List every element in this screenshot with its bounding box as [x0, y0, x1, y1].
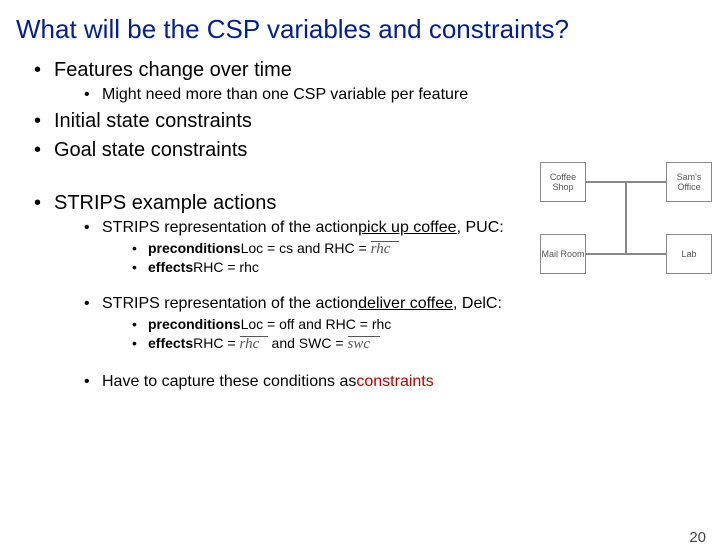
overline-math: swc: [348, 336, 380, 351]
map-diagram: Coffee Shop Sam's Office Mail Room Lab: [540, 162, 712, 274]
action-name: pick up coffee: [358, 219, 456, 237]
highlight: constraints: [356, 373, 433, 391]
text: , PUC:: [457, 219, 504, 237]
bullet-goal: Goal state constraints: [34, 139, 720, 162]
label: effects: [148, 259, 193, 275]
bullet-features: Features change over time Might need mor…: [34, 59, 720, 104]
overline-math: rhc: [371, 241, 399, 256]
math-symbol: swc: [348, 338, 380, 351]
math-symbol: rhc: [240, 338, 268, 351]
room-mail-room: Mail Room: [540, 234, 586, 274]
text: STRIPS representation of the action: [102, 219, 358, 237]
text: and SWC =: [272, 335, 344, 351]
text: Loc = cs and RHC =: [241, 240, 367, 256]
action-name: deliver coffee: [358, 295, 453, 313]
bullet-initial: Initial state constraints: [34, 110, 720, 133]
bullet-delc: STRIPS representation of the action deli…: [84, 295, 720, 351]
label: effects: [148, 335, 193, 351]
text: , DelC:: [453, 295, 502, 313]
slide-title: What will be the CSP variables and const…: [16, 14, 714, 45]
corridor: [625, 181, 627, 255]
bullet-capture: Have to capture these conditions as cons…: [84, 373, 720, 391]
text: STRIPS representation of the action: [102, 295, 358, 313]
room-sams-office: Sam's Office: [666, 162, 712, 202]
bullet-list: Features change over time Might need mor…: [34, 59, 720, 162]
text: STRIPS example actions: [54, 192, 276, 214]
text: Have to capture these conditions as: [102, 373, 356, 391]
label: preconditions: [148, 240, 241, 256]
math-symbol: rhc: [371, 243, 399, 256]
page-number: 20: [689, 529, 706, 546]
bullet-features-sub: Might need more than one CSP variable pe…: [84, 86, 720, 104]
text: RHC =: [193, 335, 235, 351]
text: Features change over time: [54, 59, 292, 81]
overline-math: rhc: [240, 336, 268, 351]
text: Loc = off and RHC = rhc: [241, 316, 392, 332]
delc-preconditions: preconditions Loc = off and RHC = rhc: [132, 316, 720, 332]
delc-effects: effects RHC = rhc and SWC = swc: [132, 335, 720, 351]
room-lab: Lab: [666, 234, 712, 274]
label: preconditions: [148, 316, 241, 332]
text: RHC = rhc: [193, 259, 259, 275]
room-coffee-shop: Coffee Shop: [540, 162, 586, 202]
